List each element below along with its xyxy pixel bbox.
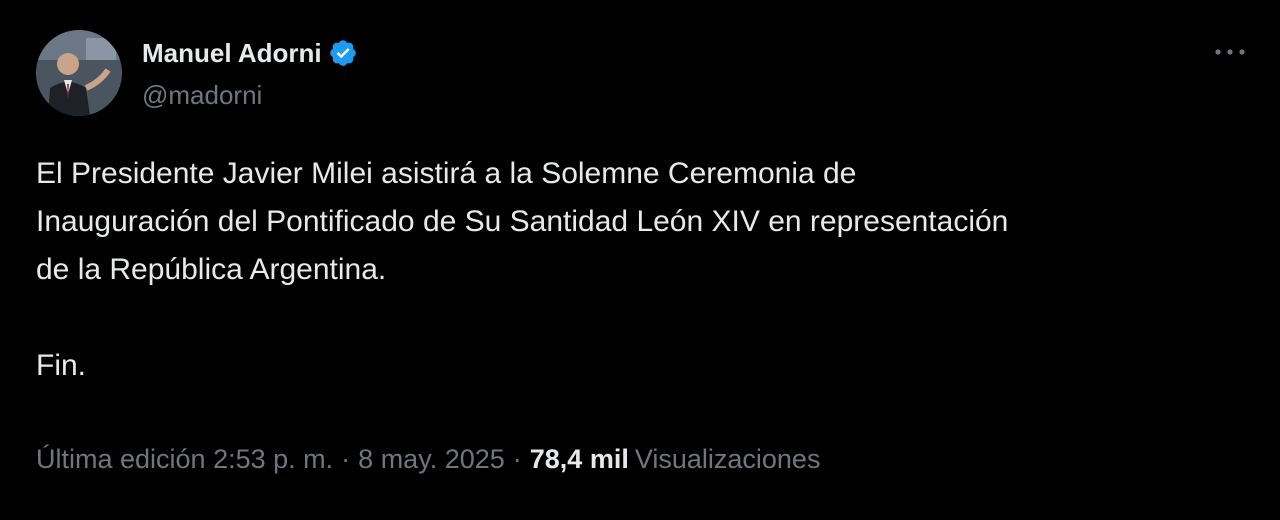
views-label[interactable]: Visualizaciones	[635, 444, 821, 475]
tweet-card: Manuel Adorni @madorni El Presidente Jav…	[0, 0, 1280, 520]
tweet-paragraph: Fin.	[36, 349, 87, 382]
tweet-paragraph: El Presidente Javier Milei asistirá a la…	[36, 157, 1009, 286]
avatar-image	[36, 30, 122, 116]
meta-separator: ·	[512, 444, 522, 474]
avatar[interactable]	[36, 30, 122, 116]
tweet-metadata: Última edición 2:53 p. m. · 8 may. 2025 …	[36, 444, 820, 475]
author-name-row: Manuel Adorni	[142, 36, 358, 70]
meta-separator: ·	[341, 444, 351, 474]
tweet-time[interactable]: 2:53 p. m.	[213, 444, 333, 475]
author-display-name[interactable]: Manuel Adorni	[142, 38, 322, 69]
views-count[interactable]: 78,4 mil	[530, 444, 629, 475]
edited-label[interactable]: Última edición	[36, 444, 206, 475]
tweet-date[interactable]: 8 may. 2025	[358, 444, 505, 475]
author-handle[interactable]: @madorni	[142, 80, 262, 111]
more-options-button[interactable]	[1206, 34, 1254, 70]
verified-badge-icon	[328, 38, 358, 68]
more-options-icon	[1215, 49, 1245, 55]
tweet-text: El Presidente Javier Milei asistirá a la…	[36, 150, 1261, 390]
